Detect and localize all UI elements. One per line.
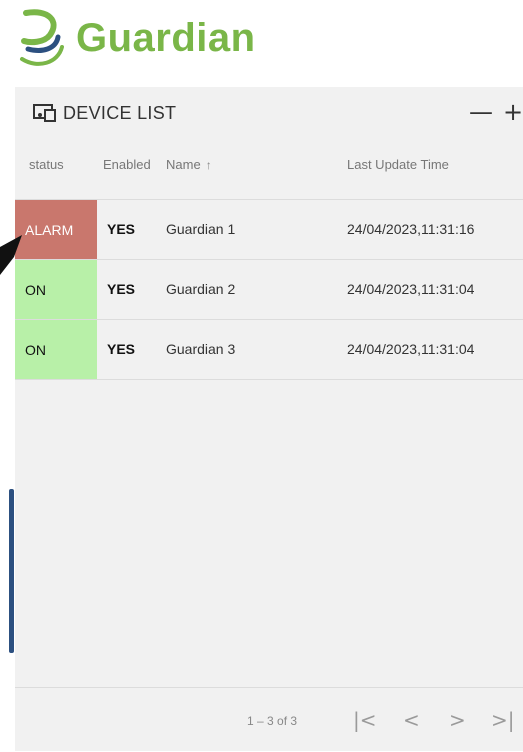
- device-name: Guardian 2: [166, 281, 236, 297]
- table-row[interactable]: ON YES Guardian 3 24/04/2023,11:31:04: [15, 319, 523, 379]
- column-header-name-label: Name: [166, 157, 201, 172]
- column-header-last-update[interactable]: Last Update Time: [347, 157, 449, 172]
- device-name: Guardian 3: [166, 341, 236, 357]
- sort-ascending-icon: ↑: [205, 158, 212, 172]
- guardian-logo: [18, 4, 68, 76]
- annotation-arrow-icon: [0, 235, 22, 275]
- panel-title: DEVICE LIST: [63, 103, 177, 123]
- device-name: Guardian 1: [166, 221, 236, 237]
- previous-page-button[interactable]: <: [403, 708, 420, 732]
- device-icon: [33, 104, 56, 122]
- status-badge-alarm: ALARM: [15, 200, 97, 259]
- pagination-range: 1 – 3 of 3: [247, 714, 298, 728]
- column-header-status[interactable]: status: [29, 157, 64, 172]
- last-page-button[interactable]: >|: [491, 708, 515, 732]
- enabled-value: YES: [107, 281, 136, 297]
- side-scroll-indicator[interactable]: [9, 489, 14, 653]
- last-update-time: 24/04/2023,11:31:16: [347, 221, 475, 237]
- collapse-button[interactable]: —: [469, 97, 493, 127]
- last-update-time: 24/04/2023,11:31:04: [347, 341, 475, 357]
- first-page-button[interactable]: |<: [353, 708, 377, 732]
- panel-header: DEVICE LIST — +: [15, 87, 523, 139]
- table-row[interactable]: ON YES Guardian 2 24/04/2023,11:31:04: [15, 259, 523, 319]
- guardian-logo-icon: [20, 9, 64, 66]
- table-divider: [15, 379, 523, 380]
- column-header-name[interactable]: Name ↑: [166, 157, 212, 172]
- enabled-value: YES: [107, 341, 136, 357]
- brand-name: Guardian: [76, 16, 256, 60]
- next-page-button[interactable]: >: [449, 708, 466, 732]
- pagination-bar: 1 – 3 of 3 |< < > >|: [15, 687, 523, 752]
- enabled-value: YES: [107, 221, 136, 237]
- table-row[interactable]: ALARM YES Guardian 1 24/04/2023,11:31:16: [15, 199, 523, 259]
- status-badge-on: ON: [15, 260, 97, 319]
- device-list-panel: DEVICE LIST — + status Enabled Name ↑ Las…: [15, 87, 523, 751]
- column-header-enabled[interactable]: Enabled: [103, 157, 151, 172]
- status-badge-on: ON: [15, 320, 97, 379]
- add-device-button[interactable]: +: [503, 97, 523, 127]
- last-update-time: 24/04/2023,11:31:04: [347, 281, 475, 297]
